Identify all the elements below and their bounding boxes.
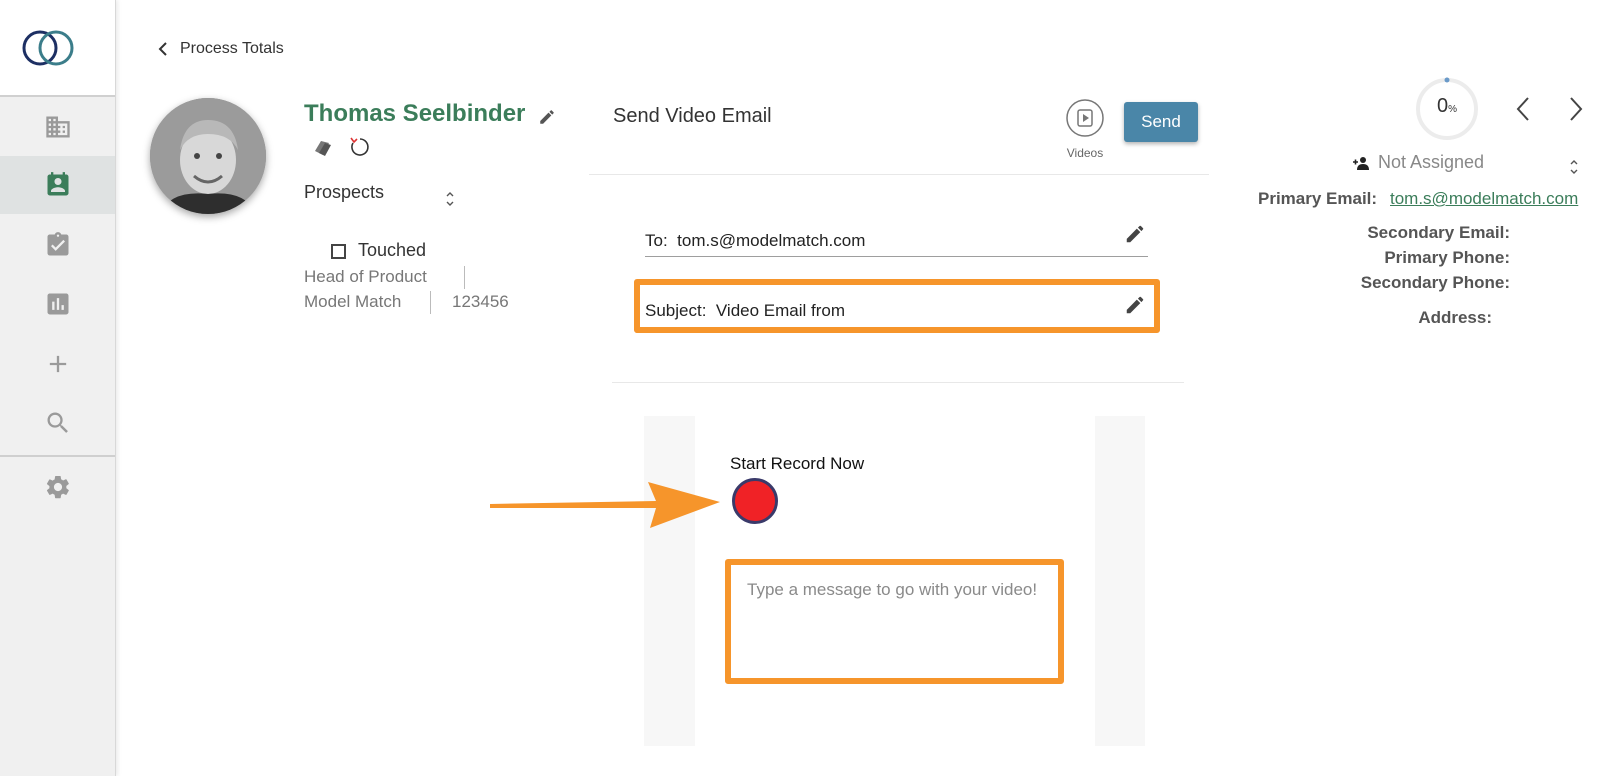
assignee-label: Not Assigned — [1378, 152, 1485, 172]
subject-value: Video Email from — [715, 301, 846, 320]
assignee-chevron-icon[interactable] — [1569, 158, 1579, 176]
progress-value: 0 — [1436, 95, 1449, 117]
nav-item-search[interactable] — [0, 394, 115, 452]
edit-pencil-icon[interactable] — [538, 108, 556, 126]
primary-email-link[interactable]: tom.s@modelmatch.com — [1390, 189, 1578, 209]
to-field-underline — [645, 256, 1148, 257]
record-label: Start Record Now — [730, 454, 865, 473]
sidebar — [0, 0, 116, 776]
secondary-email-label: Secondary Email: — [1367, 223, 1510, 242]
nav-item-companies[interactable] — [0, 98, 115, 156]
to-value: tom.s@modelmatch.com — [677, 231, 866, 250]
clipboard-check-icon — [47, 232, 68, 256]
tags-icon[interactable] — [313, 139, 333, 157]
subject-field[interactable]: Subject: Video Email from — [645, 301, 845, 321]
bar-chart-icon — [47, 293, 68, 315]
videos-label: Videos — [1066, 146, 1104, 160]
secondary-phone-label: Secondary Phone: — [1360, 273, 1510, 292]
divider — [589, 174, 1209, 175]
contact-number: 123456 — [452, 292, 509, 311]
chevron-updown-icon[interactable] — [445, 190, 455, 208]
record-button[interactable] — [732, 478, 778, 524]
assignee-select[interactable]: Not Assigned — [1352, 152, 1484, 173]
person-add-icon — [1353, 156, 1369, 170]
contact-company: Model Match — [304, 292, 402, 311]
next-chevron-icon[interactable] — [1568, 96, 1584, 122]
primary-phone-label: Primary Phone: — [1384, 248, 1510, 267]
chevron-left-icon — [158, 42, 167, 56]
progress-ring: 0% — [1415, 77, 1479, 141]
previous-chevron-icon[interactable] — [1515, 96, 1531, 122]
edit-subject-pencil-icon[interactable] — [1124, 294, 1146, 316]
subject-label: Subject: — [645, 301, 707, 320]
annotation-arrow-icon — [490, 482, 720, 528]
nav-item-contacts[interactable] — [0, 156, 115, 214]
back-link[interactable]: Process Totals — [158, 40, 284, 58]
sidebar-divider — [0, 455, 115, 457]
send-button[interactable]: Send — [1124, 102, 1198, 142]
app-logo-icon — [22, 30, 74, 66]
separator — [464, 266, 465, 289]
nav-item-tasks[interactable] — [0, 216, 115, 274]
contact-name: Thomas Seelbinder — [304, 100, 526, 127]
videos-button[interactable]: Videos — [1062, 98, 1108, 160]
gear-icon — [46, 476, 69, 499]
contact-card-icon — [47, 172, 68, 196]
divider — [612, 382, 1184, 383]
back-link-label: Process Totals — [180, 40, 284, 57]
nav-item-add[interactable] — [0, 335, 115, 393]
panel-title: Send Video Email — [613, 105, 772, 127]
primary-email-label: Primary Email: — [1258, 189, 1378, 208]
separator — [430, 291, 431, 314]
play-circle-icon — [1066, 99, 1104, 137]
touched-checkbox[interactable] — [331, 244, 346, 259]
to-field[interactable]: To: tom.s@modelmatch.com — [645, 231, 865, 251]
plus-icon — [49, 355, 66, 373]
progress-unit: % — [1448, 104, 1458, 115]
building-icon — [45, 116, 70, 138]
refresh-icon[interactable] — [349, 136, 371, 158]
touched-label: Touched — [358, 240, 427, 260]
nav-item-reports[interactable] — [0, 275, 115, 333]
logo[interactable] — [0, 0, 115, 97]
person-photo — [150, 98, 266, 214]
to-label: To: — [645, 231, 668, 250]
avatar — [150, 98, 266, 214]
address-label: Address: — [1418, 308, 1492, 327]
contact-title: Head of Product — [304, 267, 427, 286]
list-select[interactable]: Prospects — [304, 182, 384, 203]
message-input[interactable] — [735, 568, 1053, 674]
search-icon — [47, 412, 68, 433]
list-select-label: Prospects — [304, 182, 385, 202]
edit-to-pencil-icon[interactable] — [1124, 223, 1146, 245]
nav-item-settings[interactable] — [0, 458, 115, 516]
